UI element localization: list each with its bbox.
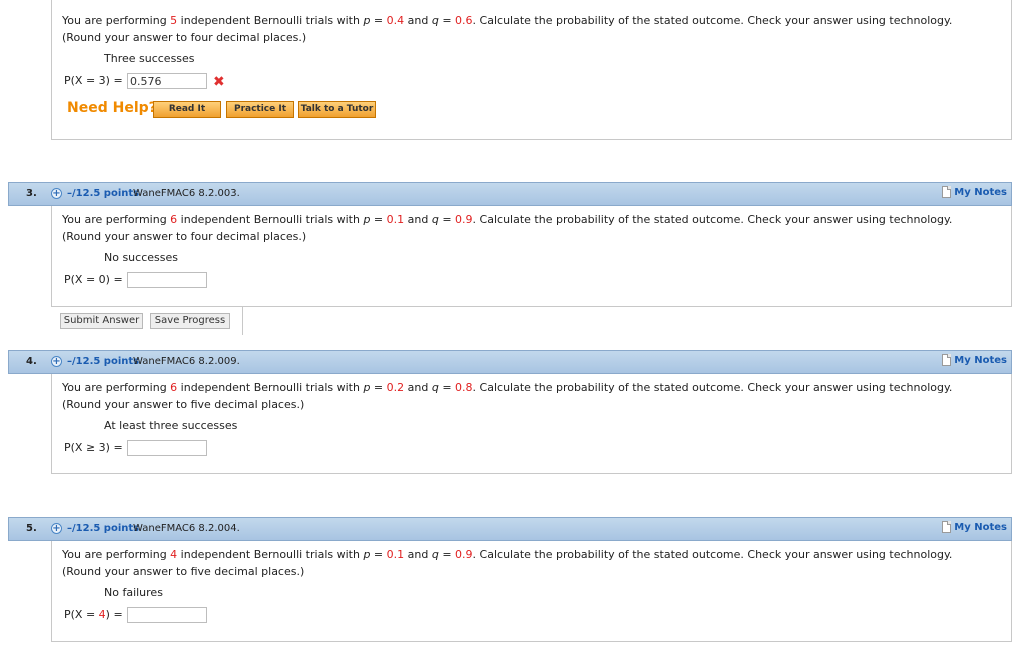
note-icon (942, 521, 952, 533)
question-text: You are performing 6 independent Bernoul… (62, 213, 953, 243)
question-2-body: You are performing 5 independent Bernoul… (51, 0, 1012, 140)
question-source: WaneFMAC6 8.2.003. (133, 188, 240, 199)
points-label: –/12.5 points (67, 188, 140, 199)
submit-answer-button[interactable]: Submit Answer (60, 313, 143, 329)
question-3-header: 3. + –/12.5 points WaneFMAC6 8.2.003. My… (8, 182, 1012, 206)
expand-icon[interactable]: + (51, 356, 62, 367)
note-icon (942, 186, 952, 198)
expand-icon[interactable]: + (51, 523, 62, 534)
question-text: You are performing 6 independent Bernoul… (62, 381, 953, 411)
my-notes-button[interactable]: My Notes (942, 521, 1007, 533)
x-icon: ✖ (213, 74, 225, 90)
my-notes-button[interactable]: My Notes (942, 186, 1007, 198)
outcome-label: No successes (104, 251, 178, 264)
practice-it-button[interactable]: Practice It (226, 101, 294, 118)
question-text: You are performing 4 independent Bernoul… (62, 548, 953, 578)
question-number: 3. (26, 188, 37, 199)
question-number: 4. (26, 356, 37, 367)
question-source: WaneFMAC6 8.2.009. (133, 356, 240, 367)
question-5-header: 5. + –/12.5 points WaneFMAC6 8.2.004. My… (8, 517, 1012, 541)
read-it-button[interactable]: Read It (153, 101, 221, 118)
question-text: You are performing 5 independent Bernoul… (62, 14, 953, 44)
my-notes-button[interactable]: My Notes (942, 354, 1007, 366)
question-source: WaneFMAC6 8.2.004. (133, 523, 240, 534)
points-label: –/12.5 points (67, 356, 140, 367)
outcome-label: No failures (104, 586, 163, 599)
outcome-label: Three successes (104, 52, 195, 65)
answer-input-q5[interactable] (127, 607, 207, 623)
question-number: 5. (26, 523, 37, 534)
expand-icon[interactable]: + (51, 188, 62, 199)
talk-to-tutor-button[interactable]: Talk to a Tutor (298, 101, 376, 118)
note-icon (942, 354, 952, 366)
question-5-body: You are performing 4 independent Bernoul… (51, 541, 1012, 642)
question-3-body: You are performing 6 independent Bernoul… (51, 206, 1012, 307)
save-progress-button[interactable]: Save Progress (150, 313, 230, 329)
answer-label: P(X = 3) = (64, 74, 123, 87)
outcome-label: At least three successes (104, 419, 238, 432)
button-bar-divider (242, 307, 243, 335)
answer-input-q2[interactable] (127, 73, 207, 89)
answer-label: P(X ≥ 3) = (64, 441, 123, 454)
question-4-header: 4. + –/12.5 points WaneFMAC6 8.2.009. My… (8, 350, 1012, 374)
answer-label: P(X = 4) = (64, 608, 123, 621)
answer-input-q4[interactable] (127, 440, 207, 456)
answer-label: P(X = 0) = (64, 273, 123, 286)
question-4-body: You are performing 6 independent Bernoul… (51, 374, 1012, 474)
answer-input-q3[interactable] (127, 272, 207, 288)
need-help-label: Need Help? (67, 100, 157, 116)
points-label: –/12.5 points (67, 523, 140, 534)
